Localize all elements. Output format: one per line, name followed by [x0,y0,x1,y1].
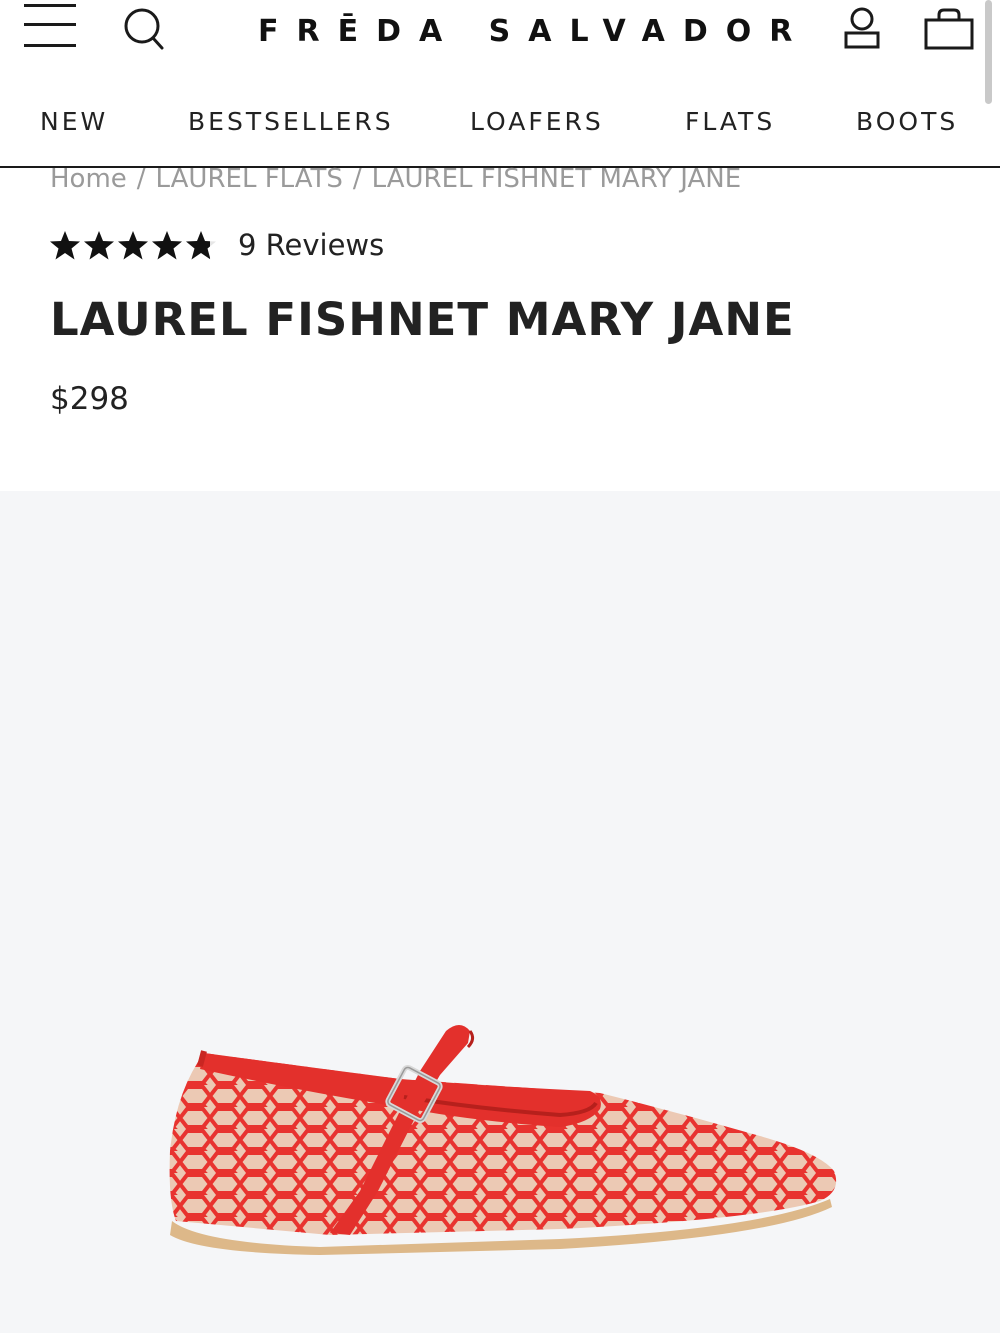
breadcrumb-laurel-flats[interactable]: LAUREL FLATS [156,164,343,194]
scrollbar[interactable] [985,0,992,104]
brand-logo[interactable]: FRĒDA SALVADOR [240,12,792,52]
product-price: $298 [50,381,129,417]
star-icon [50,231,80,260]
nav-item-loafers[interactable]: LOAFERS [470,96,604,148]
breadcrumb: Home / LAUREL FLATS / LAUREL FISHNET MARY JA… [50,162,741,196]
hamburger-menu-icon[interactable] [24,4,78,50]
nav-item-boots[interactable]: BOOTS [856,96,958,148]
product-title: LAUREL FISHNET MARY JANE [50,293,795,346]
star-icon [84,231,114,260]
nav-item-new[interactable]: NEW [40,96,108,148]
breadcrumb-home[interactable]: Home [50,164,127,194]
star-rating [50,230,216,260]
breadcrumb-separator: / [352,164,362,194]
breadcrumb-current: LAUREL FISHNET MARY JANE [371,164,742,194]
user-account-icon[interactable] [840,6,884,50]
red-fishnet-mary-jane-shoe-image [169,1025,837,1255]
category-nav: NEW BESTSELLERS LOAFERS FLATS BOOTS [0,96,1000,148]
product-rating[interactable]: 9 Reviews [50,224,384,266]
product-image[interactable] [0,491,1000,1333]
star-icon [186,231,216,260]
nav-item-bestsellers[interactable]: BESTSELLERS [188,96,394,148]
breadcrumb-separator: / [136,164,146,194]
shopping-bag-icon[interactable] [922,6,978,52]
star-icon [118,231,148,260]
reviews-link[interactable]: 9 Reviews [238,224,384,266]
top-bar: FRĒDA SALVADOR [0,0,1000,104]
star-icon [152,231,182,260]
nav-item-flats[interactable]: FLATS [685,96,775,148]
search-icon[interactable] [122,4,168,52]
